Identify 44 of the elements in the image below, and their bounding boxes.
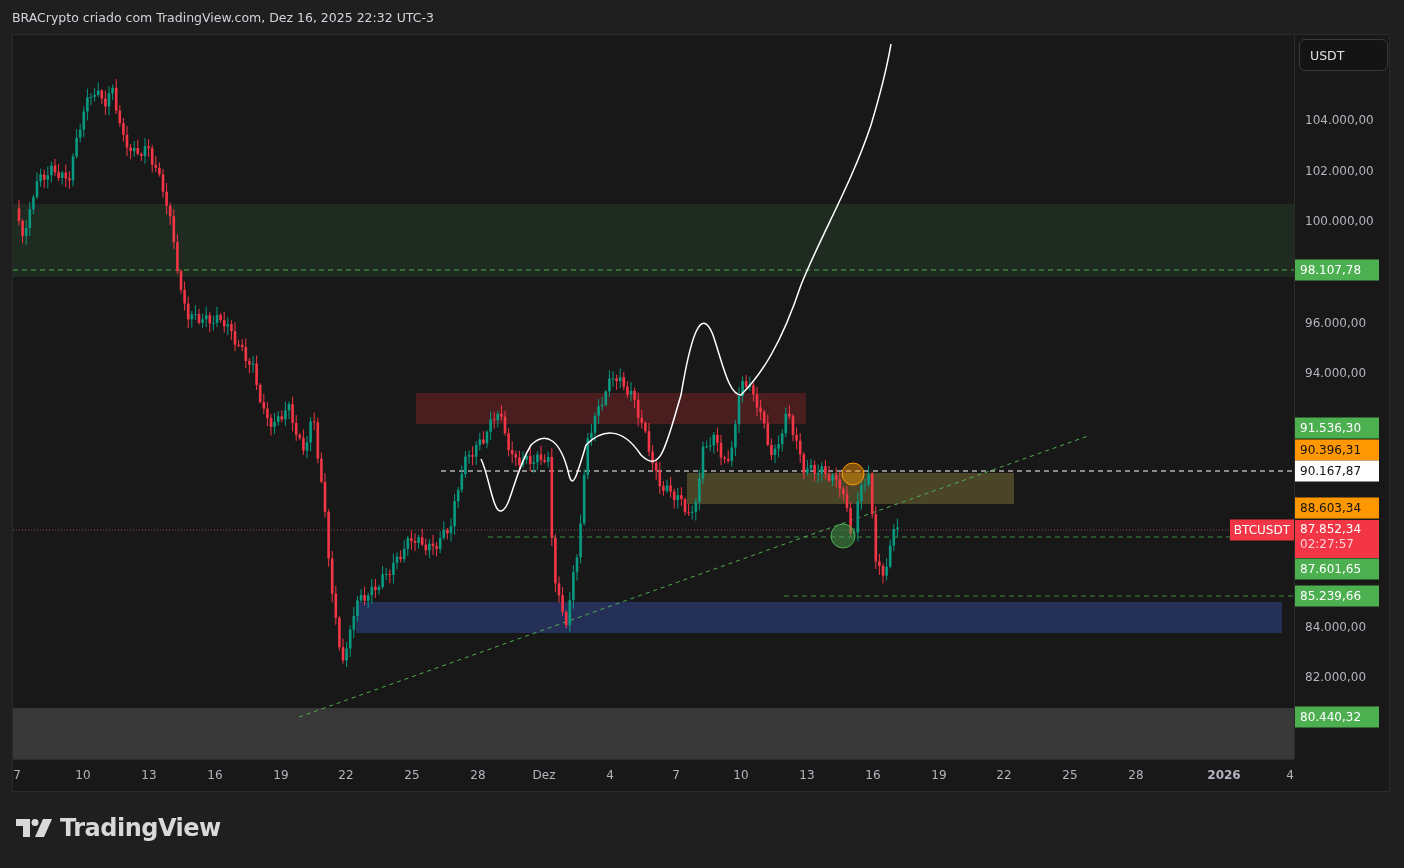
time-axis-label: 10 <box>75 768 91 782</box>
circle-marker <box>830 523 856 549</box>
symbol-label: BTCUSDT <box>1229 519 1294 541</box>
time-axis-label: 7 <box>13 768 21 782</box>
current-price: 87.852,34 <box>1300 522 1363 536</box>
price-tag: 80.440,32 <box>1295 706 1379 728</box>
brand-name: TradingView <box>60 814 221 842</box>
price-axis-label: 100.000,00 <box>1305 214 1374 228</box>
time-axis-label: 25 <box>404 768 420 782</box>
logo-icon <box>16 819 52 837</box>
time-axis-label: 25 <box>1062 768 1078 782</box>
time-axis-label: 13 <box>141 768 157 782</box>
time-axis-label: 19 <box>931 768 947 782</box>
currency-button[interactable]: USDT <box>1299 39 1388 71</box>
time-axis-label: Dez <box>532 768 556 782</box>
price-axis-label: 96.000,00 <box>1305 316 1367 330</box>
price-tag: 91.536,30 <box>1295 417 1379 439</box>
time-axis-label: 28 <box>1128 768 1144 782</box>
time-axis-label: 28 <box>470 768 486 782</box>
time-axis-label: 16 <box>865 768 881 782</box>
time-axis-label: 19 <box>273 768 289 782</box>
time-axis-label: 7 <box>672 768 680 782</box>
candle-countdown: 02:27:57 <box>1300 537 1355 551</box>
time-axis-label: 10 <box>733 768 749 782</box>
price-axis-label: 84.000,00 <box>1305 620 1367 634</box>
price-tag: 87.601,65 <box>1295 558 1379 580</box>
price-tag: 90.396,31 <box>1295 439 1379 461</box>
time-axis-label: 13 <box>799 768 815 782</box>
time-axis-label: 22 <box>338 768 354 782</box>
chart-title: BRACrypto criado com TradingView.com, Dez 16, 2025 22:32 UTC-3 <box>12 9 434 25</box>
circle-marker <box>841 462 865 486</box>
time-axis-label: 4 <box>1286 768 1294 782</box>
price-axis-label: 102.000,00 <box>1305 164 1374 178</box>
time-axis-label: 16 <box>207 768 223 782</box>
time-axis-label: 22 <box>996 768 1012 782</box>
price-tag: 90.167,87 <box>1295 460 1379 482</box>
time-axis-label: 4 <box>606 768 614 782</box>
price-tag: 98.107,78 <box>1295 259 1379 281</box>
price-axis-label: 82.000,00 <box>1305 670 1367 684</box>
time-axis-label: 2026 <box>1207 768 1241 782</box>
price-tag: 85.239,66 <box>1295 585 1379 607</box>
price-axis-label: 94.000,00 <box>1305 366 1367 380</box>
price-tag: 88.603,34 <box>1295 497 1379 519</box>
price-axis-label: 104.000,00 <box>1305 113 1374 127</box>
